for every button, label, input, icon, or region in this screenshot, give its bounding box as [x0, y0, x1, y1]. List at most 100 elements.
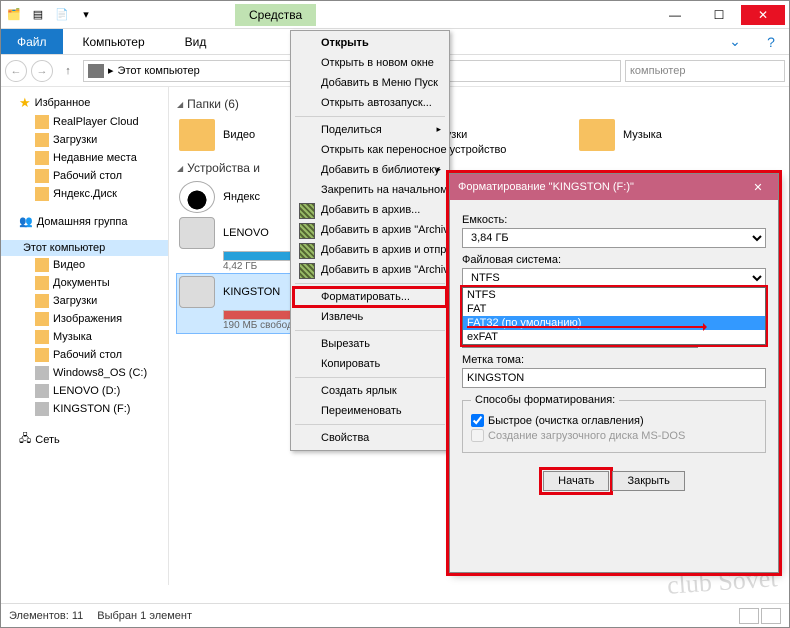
msdos-boot-checkbox: Создание загрузочного диска MS-DOS	[471, 429, 757, 442]
sidebar-item[interactable]: Windows8_OS (C:)	[1, 364, 168, 382]
sidebar-item[interactable]: Рабочий стол	[1, 346, 168, 364]
sidebar-item-label: Недавние места	[53, 152, 137, 164]
view-mode-buttons[interactable]	[739, 608, 781, 624]
menu-item[interactable]: Открыть автозапуск...	[293, 93, 447, 113]
navigation-pane: ★Избранное RealPlayer Cloud Загрузки Недав…	[1, 87, 169, 585]
filesystem-option[interactable]: exFAT	[463, 330, 765, 344]
nav-up-button[interactable]: ↑	[57, 60, 79, 82]
sidebar-item-label: KINGSTON (F:)	[53, 403, 130, 415]
sidebar-item[interactable]: Видео	[1, 256, 168, 274]
menu-computer[interactable]: Компьютер	[63, 29, 165, 54]
menu-item[interactable]: Добавить в Меню Пуск	[293, 73, 447, 93]
sidebar-item[interactable]: Рабочий стол	[1, 167, 168, 185]
folder-icon	[579, 119, 615, 151]
close-dialog-button[interactable]: Закрыть	[612, 471, 684, 491]
nav-forward-button[interactable]: →	[31, 60, 53, 82]
sidebar-item[interactable]: Музыка	[1, 328, 168, 346]
sidebar-homegroup[interactable]: 👥Домашняя группа	[1, 213, 168, 230]
quick-access-toolbar: 🗂️ ▤ 📄 ▾	[5, 6, 95, 24]
menu-item[interactable]: Извлечь	[293, 307, 447, 327]
qat-newfolder-icon[interactable]: 📄	[53, 6, 71, 24]
filesystem-option[interactable]: FAT	[463, 302, 765, 316]
search-input[interactable]: компьютер	[625, 60, 785, 82]
menu-item[interactable]: Переименовать	[293, 401, 447, 421]
menu-item[interactable]: Добавить в архив "Archive	[293, 220, 447, 240]
breadcrumb-label: Этот компьютер	[118, 65, 200, 77]
folder-icon	[179, 119, 215, 151]
folder-icon	[35, 169, 49, 183]
sidebar-item[interactable]: KINGSTON (F:)	[1, 400, 168, 418]
menu-item[interactable]: Добавить в архив и отправ	[293, 240, 447, 260]
sidebar-item-label: Рабочий стол	[53, 349, 122, 361]
sidebar-item[interactable]: Загрузки	[1, 292, 168, 310]
sidebar-favorites-header[interactable]: ★Избранное	[1, 93, 168, 113]
folder-label: Музыка	[623, 129, 662, 141]
menu-item[interactable]: Открыть в новом окне	[293, 53, 447, 73]
format-methods-legend: Способы форматирования:	[471, 394, 619, 406]
menu-item[interactable]: Добавить в архив "Archive	[293, 260, 447, 280]
menu-file[interactable]: Файл	[1, 29, 63, 54]
annotation-arrow	[467, 326, 705, 328]
capacity-label: Емкость:	[462, 214, 766, 226]
sidebar-item-label: Яндекс.Диск	[53, 188, 117, 200]
ribbon-tab-tools[interactable]: Средства	[235, 4, 316, 26]
filesystem-dropdown-list[interactable]: NTFSFATFAT32 (по умолчанию)exFAT	[462, 287, 766, 345]
menu-item[interactable]: Вырезать	[293, 334, 447, 354]
menu-item[interactable]: Открыть	[293, 33, 447, 53]
window-titlebar: 🗂️ ▤ 📄 ▾ Средства — ☐ ✕	[1, 1, 789, 29]
context-menu: ОткрытьОткрыть в новом окнеДобавить в Ме…	[290, 30, 450, 451]
menu-item[interactable]: Открыть как переносное устройство	[293, 140, 447, 160]
drive-icon	[35, 330, 49, 344]
sidebar-item-label: LENOVO (D:)	[53, 385, 120, 397]
sidebar-thispc-header[interactable]: Этот компьютер	[1, 240, 168, 256]
folder-icon	[35, 133, 49, 147]
sidebar-item[interactable]: Загрузки	[1, 131, 168, 149]
quick-format-checkbox[interactable]: Быстрое (очистка оглавления)	[471, 414, 757, 427]
qat-properties-icon[interactable]: ▤	[29, 6, 47, 24]
menu-item[interactable]: Форматировать...	[293, 287, 447, 307]
volume-label-label: Метка тома:	[462, 354, 766, 366]
volume-label-input[interactable]	[462, 368, 766, 388]
maximize-button[interactable]: ☐	[697, 5, 741, 25]
dialog-close-button[interactable]: ✕	[746, 181, 770, 194]
drive-icon	[179, 276, 215, 308]
menu-item[interactable]: Добавить в библиотеку	[293, 160, 447, 180]
sidebar-network[interactable]: 🖧Сеть	[1, 428, 168, 451]
capacity-select[interactable]: 3,84 ГБ	[462, 228, 766, 248]
menu-item[interactable]: Создать ярлык	[293, 381, 447, 401]
drive-icon	[35, 312, 49, 326]
dialog-title: Форматирование "KINGSTON (F:)"	[458, 181, 634, 193]
help-button[interactable]: ?	[753, 29, 789, 54]
menu-item[interactable]: Копировать	[293, 354, 447, 374]
filesystem-option[interactable]: NTFS	[463, 288, 765, 302]
qat-dropdown-icon[interactable]: ▾	[77, 6, 95, 24]
start-button[interactable]: Начать	[543, 471, 609, 491]
menu-item[interactable]: Поделиться	[293, 120, 447, 140]
nav-back-button[interactable]: ←	[5, 60, 27, 82]
menu-view[interactable]: Вид	[165, 29, 227, 54]
sidebar-item[interactable]: RealPlayer Cloud	[1, 113, 168, 131]
window-controls: — ☐ ✕	[653, 5, 785, 25]
status-selection: Выбран 1 элемент	[97, 610, 192, 622]
device-label: Яндекс	[223, 191, 260, 203]
drive-icon	[179, 217, 215, 249]
sidebar-item-label: Загрузки	[53, 134, 97, 146]
drive-icon	[35, 258, 49, 272]
dialog-titlebar[interactable]: Форматирование "KINGSTON (F:)" ✕	[450, 174, 778, 200]
sidebar-item[interactable]: Изображения	[1, 310, 168, 328]
sidebar-item[interactable]: LENOVO (D:)	[1, 382, 168, 400]
sidebar-item[interactable]: Недавние места	[1, 149, 168, 167]
close-button[interactable]: ✕	[741, 5, 785, 25]
sidebar-item[interactable]: Документы	[1, 274, 168, 292]
filesystem-select[interactable]: NTFS	[462, 268, 766, 288]
section-folders[interactable]: Папки (6)	[177, 91, 781, 115]
ribbon-expand-button[interactable]: ⌄	[717, 29, 753, 54]
minimize-button[interactable]: —	[653, 5, 697, 25]
menu-item[interactable]: Добавить в архив...	[293, 200, 447, 220]
menu-item[interactable]: Свойства	[293, 428, 447, 448]
menu-item[interactable]: Закрепить на начальном	[293, 180, 447, 200]
sidebar-item[interactable]: Яндекс.Диск	[1, 185, 168, 203]
sidebar-item-label: Windows8_OS (C:)	[53, 367, 147, 379]
folder-item[interactable]: Музыка	[577, 115, 777, 155]
drive-icon	[179, 181, 215, 213]
